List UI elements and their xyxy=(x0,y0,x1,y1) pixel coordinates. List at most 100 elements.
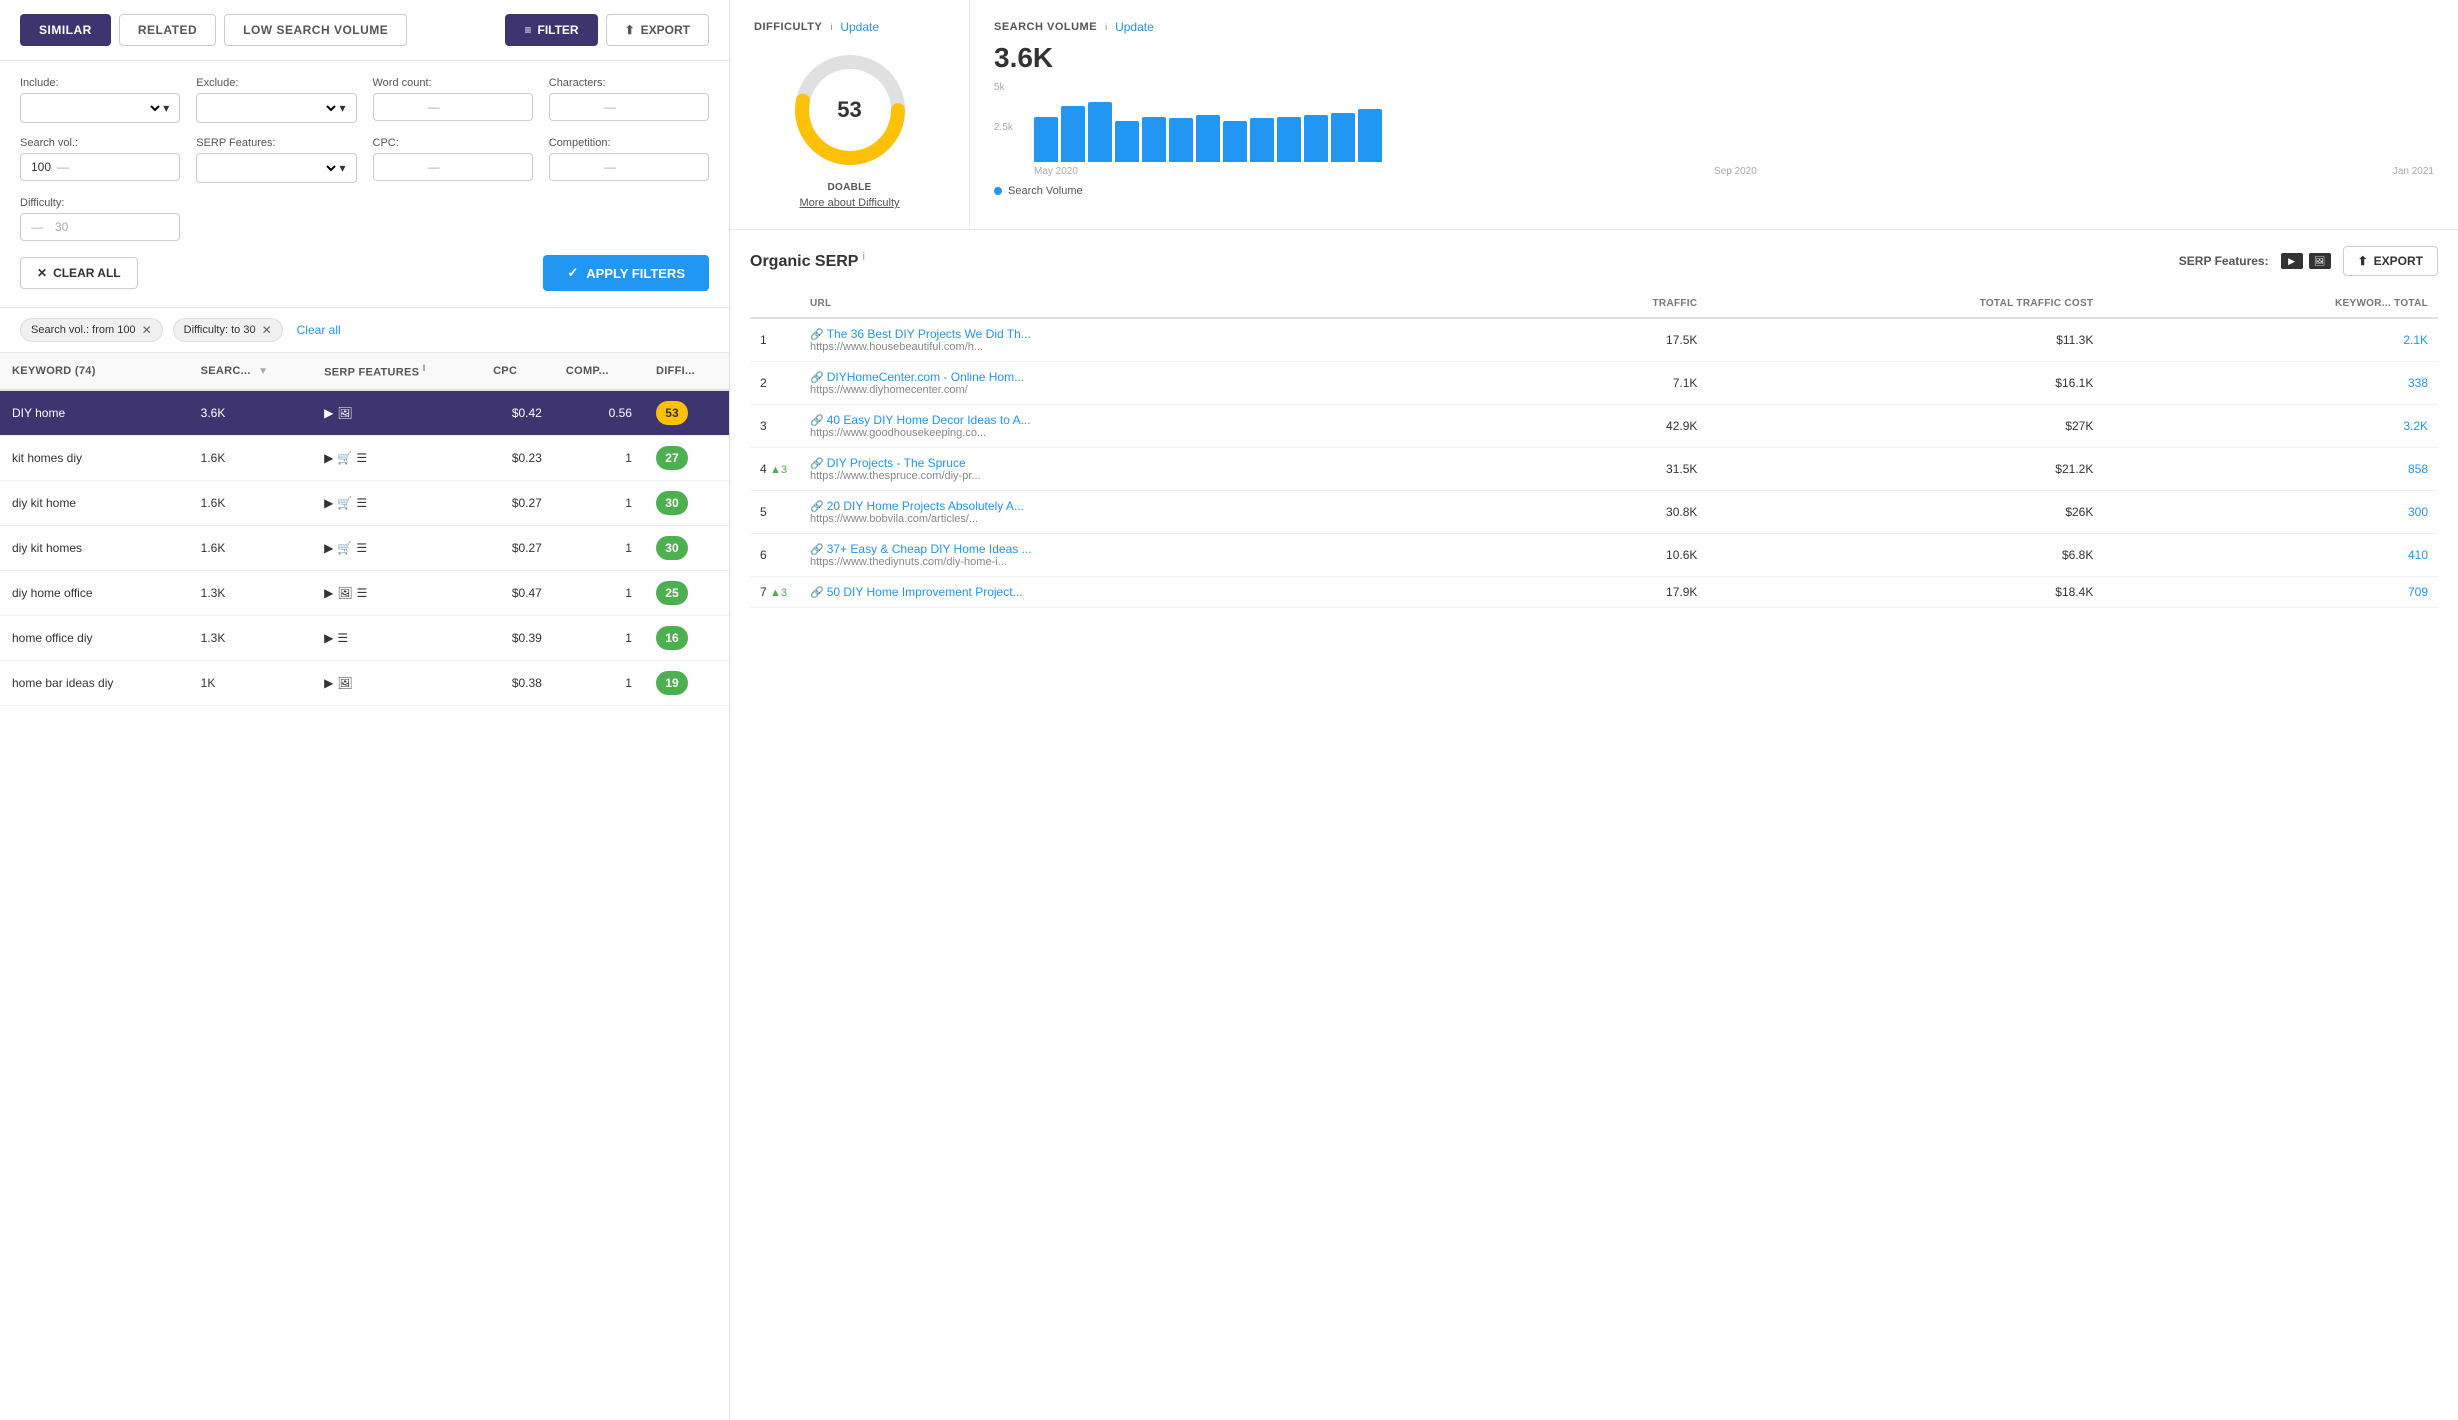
include-select[interactable] xyxy=(31,100,163,116)
x-label-may: May 2020 xyxy=(1034,166,1078,177)
traffic-cell: 42.9K xyxy=(1515,405,1707,448)
cpc-label: CPC: xyxy=(373,137,533,149)
url-block: 🔗The 36 Best DIY Projects We Did Th... h… xyxy=(810,327,1505,353)
exclude-input[interactable]: ▾ xyxy=(196,93,356,123)
serp-table: URL TRAFFIC TOTAL TRAFFIC COST KEYWOR...… xyxy=(750,290,2438,608)
word-count-min[interactable] xyxy=(384,100,424,114)
url-title[interactable]: 🔗DIY Projects - The Spruce xyxy=(810,456,1505,470)
serp-features-input[interactable]: ▾ xyxy=(196,153,356,183)
filter-button[interactable]: ≡ FILTER xyxy=(505,14,597,46)
x-label-sep: Sep 2020 xyxy=(1714,166,1757,177)
legend-dot xyxy=(994,187,1002,195)
video-icon: ▶ xyxy=(324,676,333,690)
more-about-difficulty[interactable]: More about Difficulty xyxy=(799,197,899,209)
diff-badge: 25 xyxy=(656,581,688,605)
url-title[interactable]: 🔗DIYHomeCenter.com - Online Hom... xyxy=(810,370,1505,384)
traffic-cell: 10.6K xyxy=(1515,534,1707,577)
search-vol-input[interactable]: 100 — xyxy=(20,153,180,181)
serp-export-label: EXPORT xyxy=(2374,254,2423,268)
video-icon: ▶ xyxy=(324,586,333,600)
cost-cell: $16.1K xyxy=(1707,362,2103,405)
comp-cell: 1 xyxy=(554,615,644,660)
table-row: diy kit home 1.6K ▶🛒☰ $0.27 1 30 xyxy=(0,480,729,525)
keyword-count-cell[interactable]: 3.2K xyxy=(2103,405,2438,448)
clear-all-button[interactable]: ✕ CLEAR ALL xyxy=(20,257,138,289)
chart-bar xyxy=(1142,117,1166,162)
keyword-count-cell[interactable]: 2.1K xyxy=(2103,318,2438,362)
keyword-cell: home bar ideas diy xyxy=(0,660,189,705)
url-title[interactable]: 🔗The 36 Best DIY Projects We Did Th... xyxy=(810,327,1505,341)
rank-change: ▲3 xyxy=(770,587,787,599)
search-cell: 3.6K xyxy=(189,390,312,436)
filter-tag-searchvol-close[interactable]: ✕ xyxy=(142,323,152,337)
apply-filters-button[interactable]: ✓ APPLY FILTERS xyxy=(543,255,709,291)
serp-actions: SERP Features: ▶ 🖼 ⬆ EXPORT xyxy=(2179,246,2438,276)
active-filters-row: Search vol.: from 100 ✕ Difficulty: to 3… xyxy=(0,308,729,353)
keyword-count-cell[interactable]: 338 xyxy=(2103,362,2438,405)
serp-table-row: 7 ▲3 🔗50 DIY Home Improvement Project...… xyxy=(750,577,2438,608)
th-serp-features[interactable]: SERP FEATURES i xyxy=(312,353,481,390)
cpc-cell: $0.47 xyxy=(481,570,554,615)
keyword-count-cell[interactable]: 410 xyxy=(2103,534,2438,577)
serp-info-sup: i xyxy=(863,251,865,262)
keyword-cell: diy home office xyxy=(0,570,189,615)
url-title[interactable]: 🔗40 Easy DIY Home Decor Ideas to A... xyxy=(810,413,1505,427)
filter-tag-difficulty-close[interactable]: ✕ xyxy=(262,323,272,337)
traffic-cell: 7.1K xyxy=(1515,362,1707,405)
serp-col-keywords-label: KEYWOR... TOTAL xyxy=(2335,298,2428,309)
keyword-header-label: KEYWORD (74) xyxy=(12,365,96,377)
keyword-count-cell[interactable]: 858 xyxy=(2103,448,2438,491)
difficulty-input[interactable]: — 30 xyxy=(20,213,180,241)
tab-low-search-volume[interactable]: LOW SEARCH VOLUME xyxy=(224,14,407,46)
keyword-count-cell[interactable]: 300 xyxy=(2103,491,2438,534)
search-vol-dash: — xyxy=(57,160,69,174)
th-search[interactable]: SEARC... ▼ xyxy=(189,353,312,390)
diff-header-label: DIFFI... xyxy=(656,365,695,377)
range-dash-5: — xyxy=(31,220,43,234)
th-keyword[interactable]: KEYWORD (74) xyxy=(0,353,189,390)
th-diff[interactable]: DIFFI... xyxy=(644,353,729,390)
serp-export-button[interactable]: ⬆ EXPORT xyxy=(2343,246,2438,276)
search-vol-label: Search vol.: xyxy=(20,137,180,149)
metrics-row: DIFFICULTY i Update xyxy=(730,0,2458,230)
exclude-select[interactable] xyxy=(207,100,339,116)
include-input[interactable]: ▾ xyxy=(20,93,180,123)
clear-all-link[interactable]: Clear all xyxy=(297,323,341,337)
serp-features-select[interactable] xyxy=(207,160,339,176)
th-comp[interactable]: COMP... xyxy=(554,353,644,390)
diff-cell: 30 xyxy=(644,480,729,525)
competition-input[interactable]: — xyxy=(549,153,709,181)
tab-related[interactable]: RELATED xyxy=(119,14,216,46)
keyword-count-cell[interactable]: 709 xyxy=(2103,577,2438,608)
diff-cell: 16 xyxy=(644,615,729,660)
characters-min[interactable] xyxy=(560,100,600,114)
filter-tag-searchvol[interactable]: Search vol.: from 100 ✕ xyxy=(20,318,163,342)
cpc-input[interactable]: — xyxy=(373,153,533,181)
difficulty-update-link[interactable]: Update xyxy=(840,20,879,34)
url-title[interactable]: 🔗50 DIY Home Improvement Project... xyxy=(810,585,1505,599)
competition-min[interactable] xyxy=(560,160,600,174)
chart-bar xyxy=(1223,121,1247,162)
word-count-input[interactable]: — xyxy=(373,93,533,121)
filter-tag-difficulty[interactable]: Difficulty: to 30 ✕ xyxy=(173,318,283,342)
url-title[interactable]: 🔗37+ Easy & Cheap DIY Home Ideas ... xyxy=(810,542,1505,556)
serp-icons-cell: ▶☰ xyxy=(312,615,481,660)
characters-label: Characters: xyxy=(549,77,709,89)
diff-cell: 30 xyxy=(644,525,729,570)
chart-x-labels: May 2020 Sep 2020 Jan 2021 xyxy=(994,166,2434,177)
characters-max[interactable] xyxy=(620,100,660,114)
serp-feature-image-icon[interactable]: 🖼 xyxy=(2309,253,2331,269)
filter-icon: ≡ xyxy=(524,23,531,37)
word-count-max[interactable] xyxy=(444,100,484,114)
export-button[interactable]: ⬆ EXPORT xyxy=(606,14,709,46)
th-cpc[interactable]: CPC xyxy=(481,353,554,390)
url-title[interactable]: 🔗20 DIY Home Projects Absolutely A... xyxy=(810,499,1505,513)
cpc-header-label: CPC xyxy=(493,365,517,377)
traffic-cell: 31.5K xyxy=(1515,448,1707,491)
video-icon: ▶ xyxy=(324,406,333,420)
cpc-min[interactable] xyxy=(384,160,424,174)
serp-feature-video-icon[interactable]: ▶ xyxy=(2281,253,2303,269)
tab-similar[interactable]: SIMILAR xyxy=(20,14,111,46)
characters-input[interactable]: — xyxy=(549,93,709,121)
sv-update-link[interactable]: Update xyxy=(1115,20,1154,34)
